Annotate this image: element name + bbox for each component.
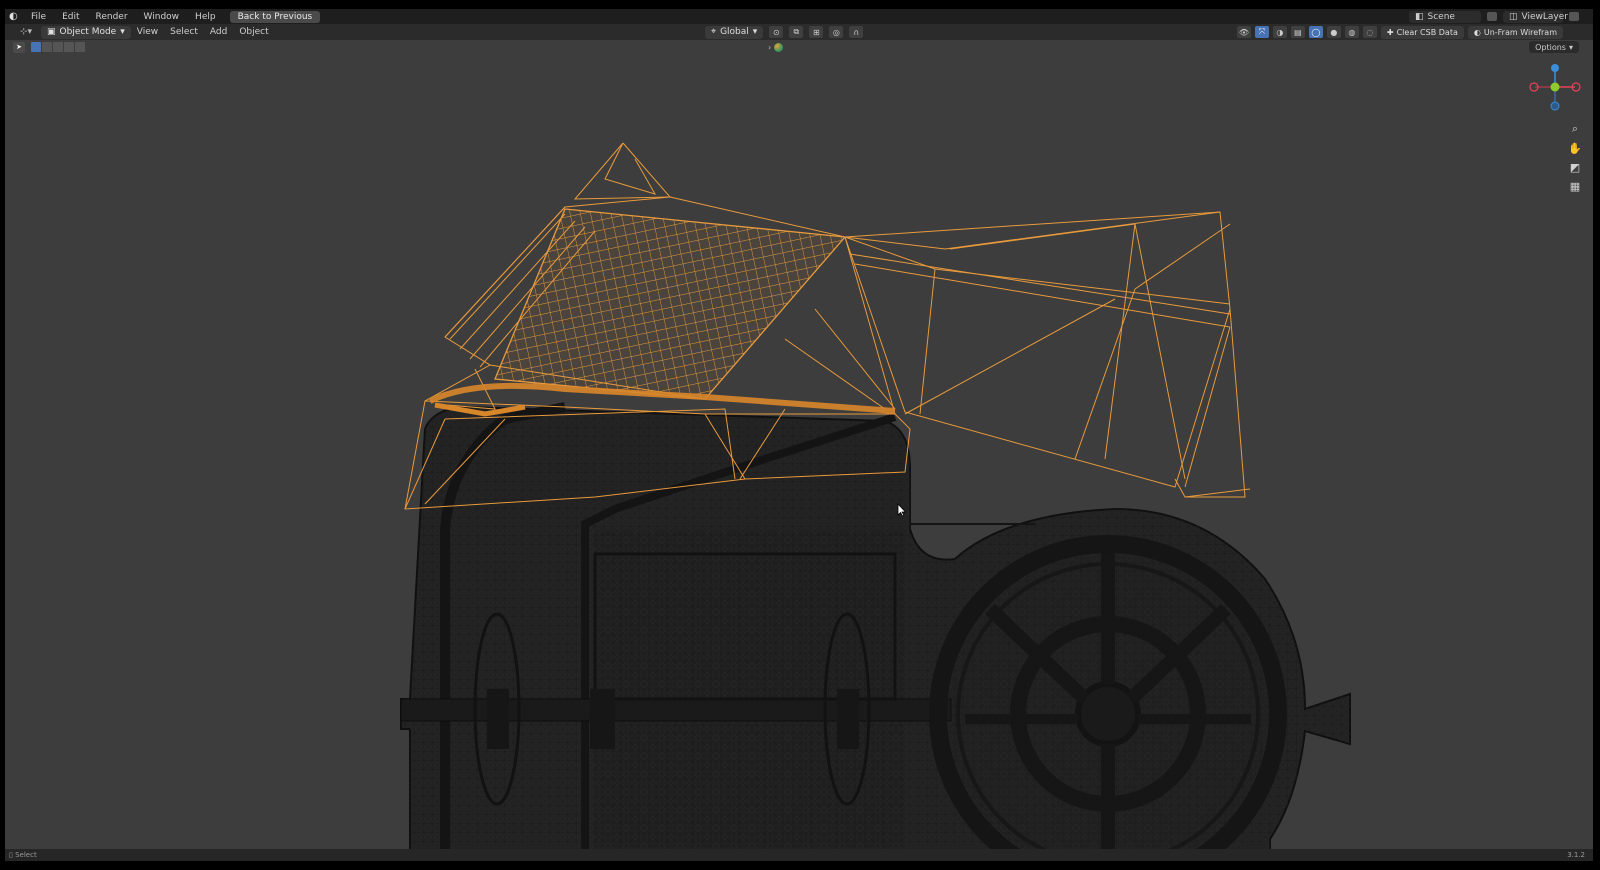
select-intersect-icon[interactable] <box>75 42 85 52</box>
unfreeze-icon: ◐ <box>1473 27 1481 37</box>
falloff-icon[interactable]: ∩ <box>849 26 864 38</box>
new-view-layer-icon[interactable] <box>1569 12 1579 21</box>
pivot-point-icon[interactable]: ⊙ <box>769 26 784 38</box>
select-set-icon[interactable] <box>31 42 41 52</box>
hand-pan-icon[interactable]: ✋ <box>1567 140 1583 156</box>
menu-object[interactable]: Object <box>233 27 274 37</box>
blender-logo-icon[interactable]: ◐ <box>9 11 23 23</box>
menu-view[interactable]: View <box>131 27 164 37</box>
select-tool-icon[interactable]: ➤ <box>13 41 25 53</box>
viewport-right-tools: 👁 ⤧ ◑ ▤ ◯ ● ◍ ◌ ✚ Clear CSB Data ◐ Un-Fr… <box>1236 25 1563 39</box>
options-label: Options <box>1535 42 1566 52</box>
version-label: 3.1.2 <box>1567 851 1585 859</box>
status-select-label: Select <box>15 851 37 859</box>
status-bar: ▯ Select 3.1.2 <box>5 849 1593 861</box>
mouse-cursor-icon <box>897 503 907 517</box>
unfreeze-wireframe-label: Un-Fram Wirefram <box>1483 27 1557 37</box>
back-to-previous-label: Back to Previous <box>237 11 313 22</box>
visibility-icon[interactable]: 👁 <box>1236 26 1251 38</box>
menu-help[interactable]: Help <box>187 12 224 22</box>
overlay-icon[interactable]: ◑ <box>1272 26 1287 38</box>
xray-icon[interactable]: ▤ <box>1290 26 1305 38</box>
menu-file[interactable]: File <box>23 12 54 22</box>
options-dropdown[interactable]: Options ▾ <box>1529 41 1579 53</box>
material-shading-icon[interactable]: ◍ <box>1344 26 1359 38</box>
navigation-gizmo[interactable] <box>1527 59 1583 115</box>
clear-csb-data-label: Clear CSB Data <box>1396 27 1458 37</box>
view-layer-icon: ◫ <box>1509 11 1518 22</box>
gizmo-toggle-icon[interactable]: ⤧ <box>1254 26 1269 38</box>
wireframe-shading-icon[interactable]: ◯ <box>1308 26 1323 38</box>
new-scene-icon[interactable] <box>1487 12 1497 21</box>
menu-edit[interactable]: Edit <box>54 12 87 22</box>
object-mode-label: Object Mode <box>59 27 117 37</box>
menu-window[interactable]: Window <box>136 12 188 22</box>
view-layer-name: ViewLayer <box>1521 11 1568 22</box>
z-axis-handle[interactable] <box>1551 64 1559 72</box>
orientation-icon: ⌖ <box>711 27 717 37</box>
grid-icon[interactable]: ▦ <box>1567 178 1583 194</box>
wheel <box>929 535 1287 861</box>
menu-select[interactable]: Select <box>164 27 204 37</box>
3d-viewport[interactable] <box>5 9 1593 861</box>
selection-mode-buttons <box>31 42 85 52</box>
orientation-label: Global <box>720 27 749 37</box>
zoom-icon[interactable]: ⌕ <box>1567 121 1583 137</box>
y-axis-handle[interactable] <box>1550 82 1560 92</box>
blender-window: ◐ File Edit Render Window Help Back to P… <box>5 9 1593 861</box>
shading-ball-icon <box>774 42 784 52</box>
clear-icon: ✚ <box>1386 27 1394 37</box>
select-extend-icon[interactable] <box>42 42 52 52</box>
viewport-gizmo-toggle[interactable]: › <box>768 42 784 52</box>
snap-toggle-icon[interactable]: ⧉ <box>789 26 804 38</box>
tool-settings-row: ➤ › Options ▾ <box>5 40 1593 54</box>
snap-target-icon[interactable]: ⊞ <box>809 26 824 38</box>
clear-csb-data-button[interactable]: ✚ Clear CSB Data <box>1380 25 1464 39</box>
rendered-shading-icon[interactable]: ◌ <box>1362 26 1377 38</box>
neg-z-axis-handle[interactable] <box>1550 101 1560 111</box>
menu-add[interactable]: Add <box>204 27 233 37</box>
camera-icon[interactable]: ◩ <box>1567 159 1583 175</box>
editor-type-icon[interactable]: ⊹▾ <box>13 26 39 38</box>
topbar-right: ◧ Scene ◫ ViewLayer <box>1409 10 1593 23</box>
solid-shading-icon[interactable]: ● <box>1326 26 1341 38</box>
back-to-previous-button[interactable]: Back to Previous <box>229 10 321 23</box>
chevron-down-icon: ▾ <box>1568 42 1573 52</box>
view-layer-selector[interactable]: ◫ ViewLayer <box>1503 10 1568 23</box>
scene-icon: ◧ <box>1415 11 1424 22</box>
top-menu-bar: ◐ File Edit Render Window Help Back to P… <box>5 9 1593 24</box>
proportional-edit-icon[interactable]: ◎ <box>829 26 844 38</box>
select-subtract-icon[interactable] <box>53 42 63 52</box>
dark-wireframe-object[interactable] <box>400 402 1351 861</box>
transform-tools: ⌖ Global ▾ ⊙ ⧉ ⊞ ◎ ∩ <box>705 25 864 39</box>
select-invert-icon[interactable] <box>64 42 74 52</box>
chevron-down-icon: ▾ <box>120 27 125 37</box>
mouse-icon: ▯ <box>9 851 13 859</box>
object-mode-icon: ▣ <box>47 27 56 37</box>
chevron-right-icon: › <box>768 42 772 52</box>
status-left: ▯ Select <box>9 851 37 859</box>
menu-render[interactable]: Render <box>88 12 136 22</box>
object-mode-dropdown[interactable]: ▣ Object Mode ▾ <box>41 25 131 39</box>
scene-selector[interactable]: ◧ Scene <box>1409 10 1481 23</box>
scene-name: Scene <box>1427 11 1455 22</box>
transform-orientation-dropdown[interactable]: ⌖ Global ▾ <box>705 25 764 39</box>
viewport-header: ⊹▾ ▣ Object Mode ▾ View Select Add Objec… <box>5 24 1593 40</box>
chevron-down-icon: ▾ <box>752 27 758 37</box>
unfreeze-wireframe-button[interactable]: ◐ Un-Fram Wirefram <box>1467 25 1563 39</box>
